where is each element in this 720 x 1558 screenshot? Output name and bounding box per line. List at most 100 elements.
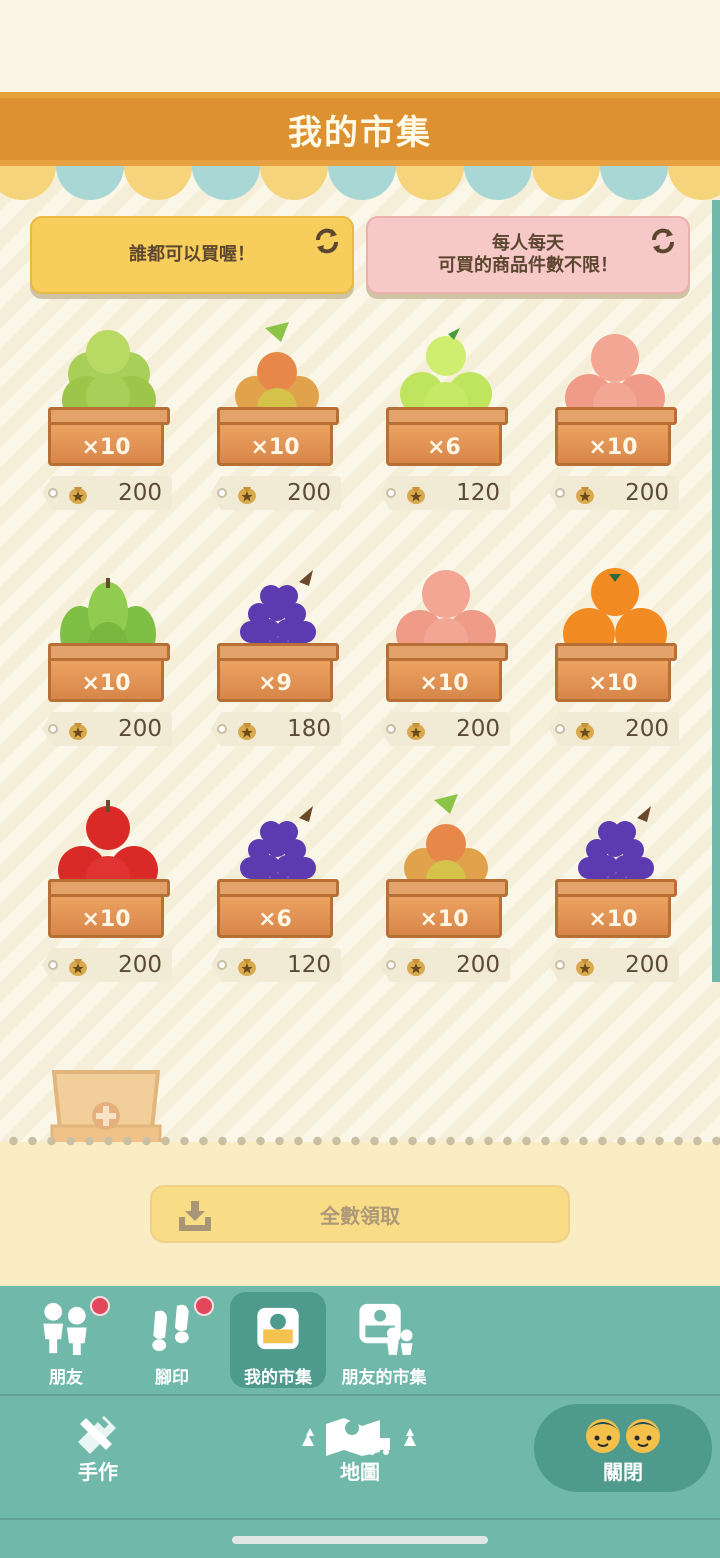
tag-hole <box>555 724 565 734</box>
item-quantity: ×6 <box>427 435 461 460</box>
refresh-icon <box>652 228 674 254</box>
item-price: 200 <box>625 716 669 742</box>
item-quantity: ×10 <box>588 671 638 696</box>
market-item[interactable]: ×6 120 <box>378 316 512 518</box>
price-tag: 200 <box>42 476 172 510</box>
bell-bag-icon <box>238 959 256 976</box>
item-price: 200 <box>287 480 331 506</box>
market-item[interactable]: ×9 180 <box>209 552 343 754</box>
tab-footprints[interactable]: 腳印 <box>124 1292 220 1388</box>
crate: ×10 <box>555 407 677 466</box>
item-quantity: ×10 <box>419 671 469 696</box>
price-tag: 200 <box>549 712 679 746</box>
item-quantity: ×10 <box>250 435 300 460</box>
crate: ×10 <box>386 643 508 702</box>
market-item[interactable]: ×10 200 <box>547 552 681 754</box>
market-item[interactable]: ×10 200 <box>547 788 681 990</box>
refresh-icon <box>316 228 338 254</box>
item-price: 200 <box>118 480 162 506</box>
tag-hole <box>48 724 58 734</box>
tag-hole <box>217 488 227 498</box>
item-quantity: ×10 <box>588 907 638 932</box>
item-price: 200 <box>456 952 500 978</box>
crate: ×10 <box>217 407 339 466</box>
market-item[interactable]: ×10 200 <box>40 552 174 754</box>
item-quantity: ×10 <box>81 671 131 696</box>
bell-bag-icon <box>407 959 425 976</box>
map-label: 地圖 <box>340 1459 380 1484</box>
download-icon <box>179 1201 211 1231</box>
tab-friend-market[interactable]: 朋友的市集 <box>336 1292 432 1388</box>
market-item[interactable]: ×6 120 <box>209 788 343 990</box>
item-quantity: ×10 <box>419 907 469 932</box>
purchase-limit-text: 每人每天 可買的商品件數不限！ <box>438 233 618 277</box>
market-item[interactable]: ×10 200 <box>209 316 343 518</box>
market-crate-icon <box>257 1307 299 1350</box>
tag-hole <box>555 488 565 498</box>
notification-badge <box>194 1296 214 1316</box>
bell-bag-icon <box>576 487 594 504</box>
market-item[interactable]: ×10 200 <box>378 788 512 990</box>
craft-button[interactable]: 手作 <box>50 1404 146 1492</box>
tag-hole <box>48 960 58 970</box>
bell-bag-icon <box>69 959 87 976</box>
market-item[interactable]: ×10 200 <box>547 316 681 518</box>
tag-hole <box>386 960 396 970</box>
tag-hole <box>217 960 227 970</box>
market-item[interactable]: ×10 200 <box>40 316 174 518</box>
crate: ×10 <box>48 407 170 466</box>
bell-bag-icon <box>69 487 87 504</box>
craft-label: 手作 <box>78 1459 118 1484</box>
item-quantity: ×10 <box>81 907 131 932</box>
item-quantity: ×10 <box>81 435 131 460</box>
price-tag: 180 <box>211 712 341 746</box>
map-button[interactable]: 地圖 <box>296 1404 424 1492</box>
home-indicator[interactable] <box>232 1536 488 1544</box>
purchase-limit-line2: 可買的商品件數不限！ <box>438 255 618 276</box>
market-item-grid: ×10 200 ×10 200 ×6 120 ×10 200 ×10 200 ×9 180 ×10 200… <box>40 316 690 990</box>
nav-divider <box>0 1394 720 1396</box>
bell-bag-icon <box>407 723 425 740</box>
market-item[interactable]: ×10 200 <box>378 552 512 754</box>
claim-all-label: 全數領取 <box>320 1203 400 1228</box>
close-button[interactable]: 關閉 <box>534 1404 712 1492</box>
purchase-limit-button[interactable]: 每人每天 可買的商品件數不限！ <box>366 216 690 294</box>
tab-my-market[interactable]: 我的市集 <box>230 1292 326 1388</box>
item-price: 200 <box>625 480 669 506</box>
bell-bag-icon <box>238 723 256 740</box>
item-price: 120 <box>287 952 331 978</box>
item-quantity: ×10 <box>588 435 638 460</box>
price-tag: 200 <box>549 948 679 982</box>
buyer-rule-label: 誰都可以買喔！ <box>129 244 255 265</box>
market-item[interactable]: ×10 200 <box>40 788 174 990</box>
tab-friends-label: 朋友 <box>49 1368 83 1388</box>
item-quantity: ×6 <box>258 907 292 932</box>
item-price: 200 <box>118 952 162 978</box>
crate: ×10 <box>48 643 170 702</box>
purchase-limit-line1: 每人每天 <box>492 233 564 254</box>
bell-bag-icon <box>407 487 425 504</box>
market-header: 我的市集 <box>0 92 720 166</box>
price-tag: 120 <box>211 948 341 982</box>
price-tag: 200 <box>549 476 679 510</box>
item-quantity: ×9 <box>258 671 292 696</box>
crate: ×6 <box>386 407 508 466</box>
item-price: 120 <box>456 480 500 506</box>
crate: ×10 <box>48 879 170 938</box>
crate: ×10 <box>555 879 677 938</box>
map-icon <box>302 1417 416 1456</box>
dotted-divider <box>0 1135 720 1147</box>
tab-friends[interactable]: 朋友 <box>18 1292 114 1388</box>
price-tag: 200 <box>42 712 172 746</box>
top-background <box>0 0 720 92</box>
bell-bag-icon <box>238 487 256 504</box>
item-price: 180 <box>287 716 331 742</box>
friend-market-icon <box>359 1303 413 1356</box>
villagers-icon <box>586 1418 660 1453</box>
craft-tools-icon <box>78 1415 116 1454</box>
close-label: 關閉 <box>603 1459 643 1484</box>
scroll-strip <box>712 200 720 982</box>
claim-all-button[interactable]: 全數領取 <box>150 1185 570 1243</box>
buyer-rule-button[interactable]: 誰都可以買喔！ <box>30 216 354 294</box>
bell-bag-icon <box>576 959 594 976</box>
